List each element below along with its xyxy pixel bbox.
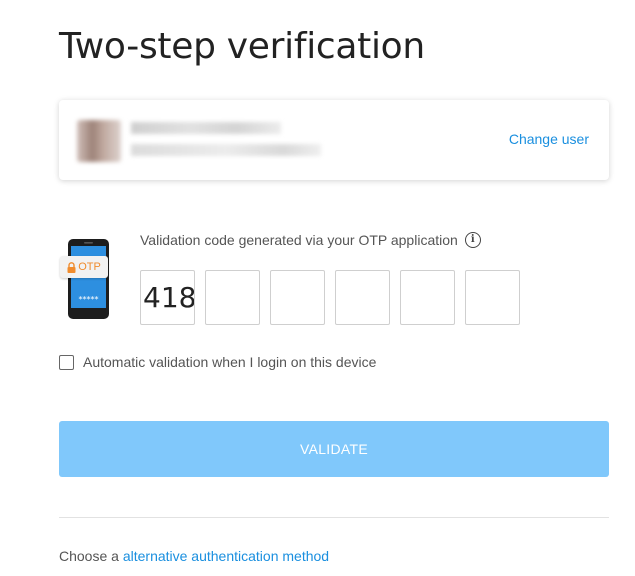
page-title: Two-step verification bbox=[59, 26, 425, 67]
two-step-verification-page: Two-step verification Change user ***** … bbox=[0, 0, 635, 576]
otp-code-inputs bbox=[140, 270, 520, 325]
otp-digit-input-6[interactable] bbox=[465, 270, 520, 325]
otp-instruction-label: Validation code generated via your OTP a… bbox=[140, 232, 458, 248]
user-card: Change user bbox=[59, 100, 609, 180]
otp-badge: OTP bbox=[60, 256, 108, 278]
user-avatar bbox=[77, 120, 121, 162]
user-email-redacted bbox=[131, 144, 321, 156]
otp-digit-input-3[interactable] bbox=[270, 270, 325, 325]
validate-button[interactable]: VALIDATE bbox=[59, 421, 609, 477]
change-user-link[interactable]: Change user bbox=[509, 131, 589, 147]
auto-validation-row[interactable]: Automatic validation when I login on thi… bbox=[59, 354, 376, 370]
otp-digit-input-4[interactable] bbox=[335, 270, 390, 325]
alternative-method-row: Choose a alternative authentication meth… bbox=[59, 548, 329, 564]
otp-badge-label: OTP bbox=[78, 261, 101, 273]
otp-digit-input-5[interactable] bbox=[400, 270, 455, 325]
otp-phone-illustration: ***** OTP bbox=[57, 238, 117, 320]
auto-validation-checkbox[interactable] bbox=[59, 354, 74, 370]
phone-icon: ***** bbox=[68, 239, 109, 319]
divider bbox=[59, 517, 609, 518]
info-icon[interactable]: i bbox=[464, 232, 481, 248]
alternative-method-link[interactable]: alternative authentication method bbox=[123, 548, 329, 564]
auto-validation-label: Automatic validation when I login on thi… bbox=[83, 354, 377, 370]
phone-screen-mask: ***** bbox=[79, 295, 99, 304]
otp-digit-input-1[interactable] bbox=[140, 270, 195, 325]
user-name-redacted bbox=[131, 122, 281, 134]
alternative-method-prefix: Choose a bbox=[59, 548, 123, 564]
otp-label-row: Validation code generated via your OTP a… bbox=[140, 229, 481, 251]
lock-icon bbox=[67, 261, 76, 273]
otp-digit-input-2[interactable] bbox=[205, 270, 260, 325]
